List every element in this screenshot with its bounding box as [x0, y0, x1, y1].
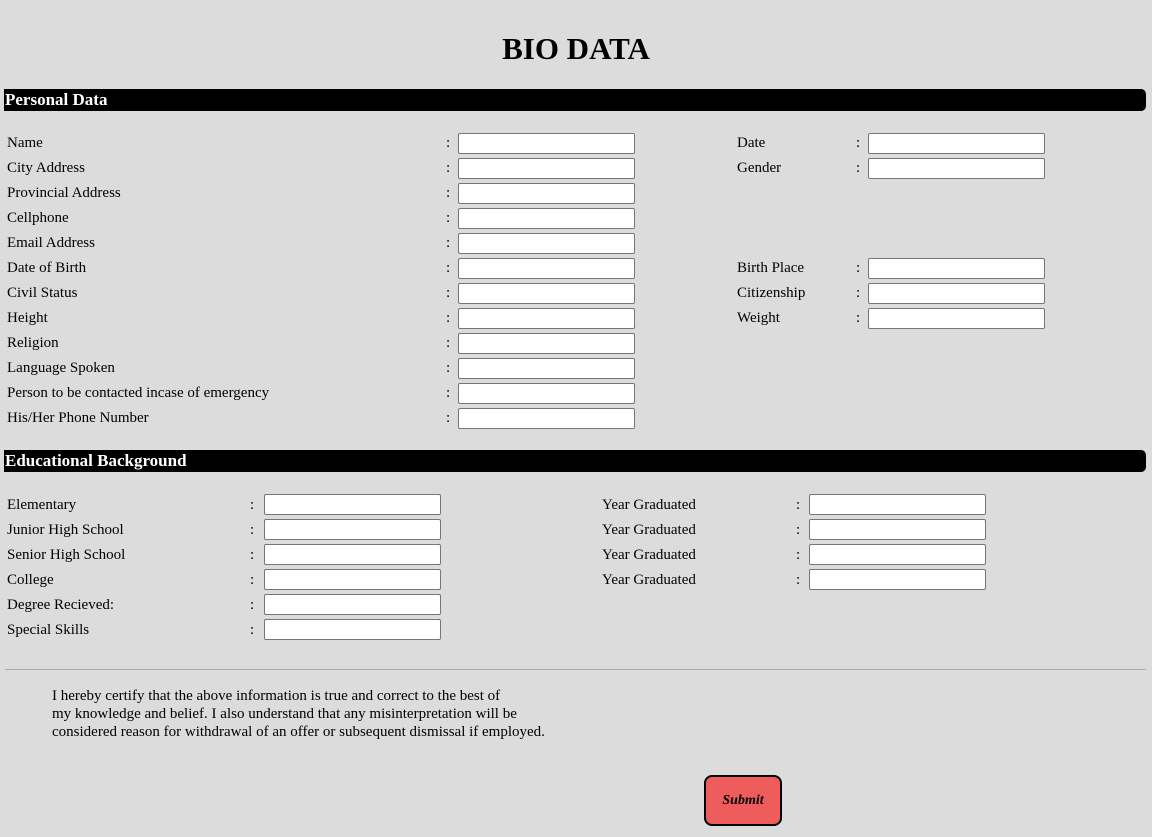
separator: : [446, 185, 451, 201]
emergency-contact-label: Person to be contacted incase of emergen… [7, 385, 270, 401]
degree-label: Degree Recieved: [7, 597, 115, 613]
separator: : [446, 260, 451, 276]
certification-statement: I hereby certify that the above informat… [52, 687, 612, 741]
email-address-label: Email Address [7, 235, 95, 251]
date-label: Date [737, 135, 766, 151]
educational-background-heading: Educational Background [4, 450, 1146, 472]
college-year-graduated-input[interactable] [809, 569, 986, 590]
separator: : [856, 285, 861, 301]
college-input[interactable] [264, 569, 441, 590]
separator: : [250, 622, 255, 638]
separator: : [250, 497, 255, 513]
separator: : [250, 597, 255, 613]
bio-data-form: BIO DATA Personal Data Name City Address… [0, 0, 1152, 837]
cellphone-input[interactable] [458, 208, 635, 229]
separator: : [446, 135, 451, 151]
separator: : [796, 522, 801, 538]
elementary-year-graduated-label: Year Graduated [602, 497, 696, 513]
senior-high-input[interactable] [264, 544, 441, 565]
special-skills-input[interactable] [264, 619, 441, 640]
date-input[interactable] [868, 133, 1045, 154]
weight-input[interactable] [868, 308, 1045, 329]
elementary-label: Elementary [7, 497, 77, 513]
citizenship-label: Citizenship [737, 285, 806, 301]
senior-high-label: Senior High School [7, 547, 126, 563]
separator: : [446, 335, 451, 351]
submit-button[interactable]: Submit [704, 775, 782, 826]
divider [5, 669, 1146, 670]
separator: : [446, 360, 451, 376]
degree-input[interactable] [264, 594, 441, 615]
junior-high-label: Junior High School [7, 522, 124, 538]
separator: : [796, 497, 801, 513]
separator: : [446, 385, 451, 401]
city-address-input[interactable] [458, 158, 635, 179]
religion-label: Religion [7, 335, 59, 351]
language-spoken-label: Language Spoken [7, 360, 115, 376]
separator: : [856, 160, 861, 176]
separator: : [446, 285, 451, 301]
elementary-input[interactable] [264, 494, 441, 515]
cellphone-label: Cellphone [7, 210, 69, 226]
date-of-birth-input[interactable] [458, 258, 635, 279]
certification-line: considered reason for withdrawal of an o… [52, 724, 545, 740]
special-skills-label: Special Skills [7, 622, 90, 638]
separator: : [856, 260, 861, 276]
religion-input[interactable] [458, 333, 635, 354]
birth-place-input[interactable] [868, 258, 1045, 279]
city-address-label: City Address [7, 160, 85, 176]
citizenship-input[interactable] [868, 283, 1045, 304]
junior-high-input[interactable] [264, 519, 441, 540]
separator: : [446, 210, 451, 226]
height-input[interactable] [458, 308, 635, 329]
college-year-graduated-label: Year Graduated [602, 572, 696, 588]
provincial-address-label: Provincial Address [7, 185, 121, 201]
separator: : [446, 410, 451, 426]
language-spoken-input[interactable] [458, 358, 635, 379]
separator: : [796, 572, 801, 588]
page-title: BIO DATA [502, 31, 650, 66]
name-label: Name [7, 135, 43, 151]
elementary-year-graduated-input[interactable] [809, 494, 986, 515]
separator: : [856, 310, 861, 326]
gender-label: Gender [737, 160, 782, 176]
provincial-address-input[interactable] [458, 183, 635, 204]
certification-line: I hereby certify that the above informat… [52, 688, 501, 704]
junior-high-year-graduated-label: Year Graduated [602, 522, 696, 538]
emergency-contact-input[interactable] [458, 383, 635, 404]
senior-high-year-graduated-input[interactable] [809, 544, 986, 565]
college-label: College [7, 572, 54, 588]
height-label: Height [7, 310, 48, 326]
civil-status-input[interactable] [458, 283, 635, 304]
birth-place-label: Birth Place [737, 260, 805, 276]
senior-high-year-graduated-label: Year Graduated [602, 547, 696, 563]
separator: : [250, 522, 255, 538]
emergency-phone-input[interactable] [458, 408, 635, 429]
separator: : [250, 572, 255, 588]
civil-status-label: Civil Status [7, 285, 78, 301]
separator: : [446, 160, 451, 176]
emergency-phone-label: His/Her Phone Number [7, 410, 149, 426]
separator: : [446, 235, 451, 251]
junior-high-year-graduated-input[interactable] [809, 519, 986, 540]
email-address-input[interactable] [458, 233, 635, 254]
separator: : [446, 310, 451, 326]
gender-input[interactable] [868, 158, 1045, 179]
personal-data-heading: Personal Data [4, 89, 1146, 111]
separator: : [796, 547, 801, 563]
name-input[interactable] [458, 133, 635, 154]
weight-label: Weight [737, 310, 780, 326]
certification-line: my knowledge and belief. I also understa… [52, 706, 517, 722]
separator: : [250, 547, 255, 563]
separator: : [856, 135, 861, 151]
date-of-birth-label: Date of Birth [7, 260, 87, 276]
